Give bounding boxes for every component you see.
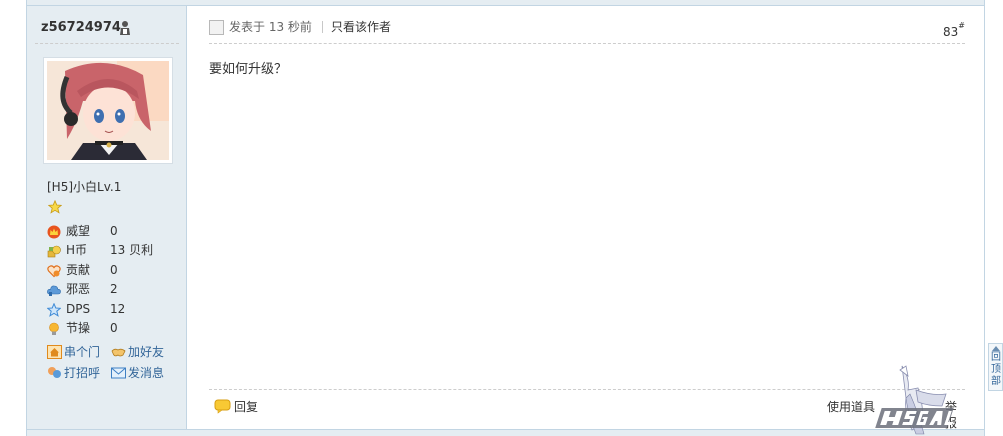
avatar-image xyxy=(47,61,169,160)
reply-icon xyxy=(214,399,231,414)
stat-label: 贡献 xyxy=(66,262,91,277)
post-time: 发表于 13 秒前 xyxy=(229,20,312,34)
author-username[interactable]: z56724974 xyxy=(41,20,121,35)
reply-label: 回复 xyxy=(234,400,259,414)
post-content-area: 发表于 13 秒前 只看该作者 83# 要如何升级？ 回复 使用道具 举报 xyxy=(209,6,965,430)
greet-icon xyxy=(48,367,61,378)
stat-value: 13 贝利 xyxy=(110,243,154,258)
crown-icon xyxy=(47,225,61,239)
post-message: 要如何升级？ xyxy=(209,62,288,77)
use-item-link[interactable]: 使用道具 xyxy=(827,399,875,415)
handshake-icon xyxy=(111,348,126,357)
stat-label: 邪恶 xyxy=(66,282,91,297)
stat-coins: H币 13 贝利 xyxy=(47,241,177,260)
star-outline-icon xyxy=(47,302,61,317)
stat-value: 0 xyxy=(110,320,118,335)
stat-prestige: 威望 0 xyxy=(47,222,177,241)
footer-divider xyxy=(209,389,965,390)
floor-suffix: # xyxy=(958,21,965,30)
home-icon xyxy=(47,345,62,359)
header-separator xyxy=(322,21,323,33)
lightbulb-icon xyxy=(49,322,59,335)
envelope-icon xyxy=(111,367,126,379)
post-container: z56724974 [H5]小白Lv.1 威望 0 H币 13 贝利 贡献 0 … xyxy=(26,0,985,436)
coins-icon xyxy=(47,246,61,258)
stat-value: 12 xyxy=(110,301,126,316)
back-to-top-button[interactable]: 回顶部 xyxy=(988,343,1003,391)
stat-contribution: 贡献 0 xyxy=(47,261,177,280)
stat-label: 节操 xyxy=(66,320,91,335)
header-divider xyxy=(209,43,965,44)
star-rank-icon xyxy=(48,200,62,214)
heart-icon xyxy=(47,265,61,278)
user-group-title[interactable]: [H5]小白Lv.1 xyxy=(47,178,121,195)
stat-value: 2 xyxy=(110,282,118,297)
cloud-icon xyxy=(47,285,61,297)
back-to-top-label: 回顶部 xyxy=(991,352,1001,387)
only-author-link[interactable]: 只看该作者 xyxy=(331,19,391,35)
stat-value: 0 xyxy=(110,224,118,238)
stat-integrity: 节操 0 xyxy=(47,319,177,338)
user-stats: 威望 0 H币 13 贝利 贡献 0 邪恶 2 DPS 12 节操 0 xyxy=(47,222,177,338)
stat-value: 0 xyxy=(110,262,118,277)
visit-label: 串个门 xyxy=(64,345,101,359)
bottom-divider-bar xyxy=(27,429,984,436)
arrow-up-icon xyxy=(992,346,1000,351)
add-friend-label: 加好友 xyxy=(128,345,165,359)
stat-evil: 邪恶 2 xyxy=(47,280,177,299)
floor-number[interactable]: 83# xyxy=(943,21,965,40)
stat-label: DPS xyxy=(66,301,91,316)
avatar[interactable] xyxy=(43,57,173,164)
author-online-icon xyxy=(209,20,224,35)
author-sidebar: z56724974 [H5]小白Lv.1 威望 0 H币 13 贝利 贡献 0 … xyxy=(27,6,187,429)
message-label: 发消息 xyxy=(128,366,165,380)
username-divider xyxy=(35,43,179,44)
post-header: 发表于 13 秒前 只看该作者 83# xyxy=(209,19,965,39)
greet-label: 打招呼 xyxy=(64,366,101,380)
floor-value: 83 xyxy=(943,25,959,39)
site-logo-watermark xyxy=(875,365,954,435)
stat-label: H币 xyxy=(66,243,88,258)
stat-label: 威望 xyxy=(66,224,91,238)
stat-dps: DPS 12 xyxy=(47,300,177,319)
online-status-icon xyxy=(120,21,130,35)
